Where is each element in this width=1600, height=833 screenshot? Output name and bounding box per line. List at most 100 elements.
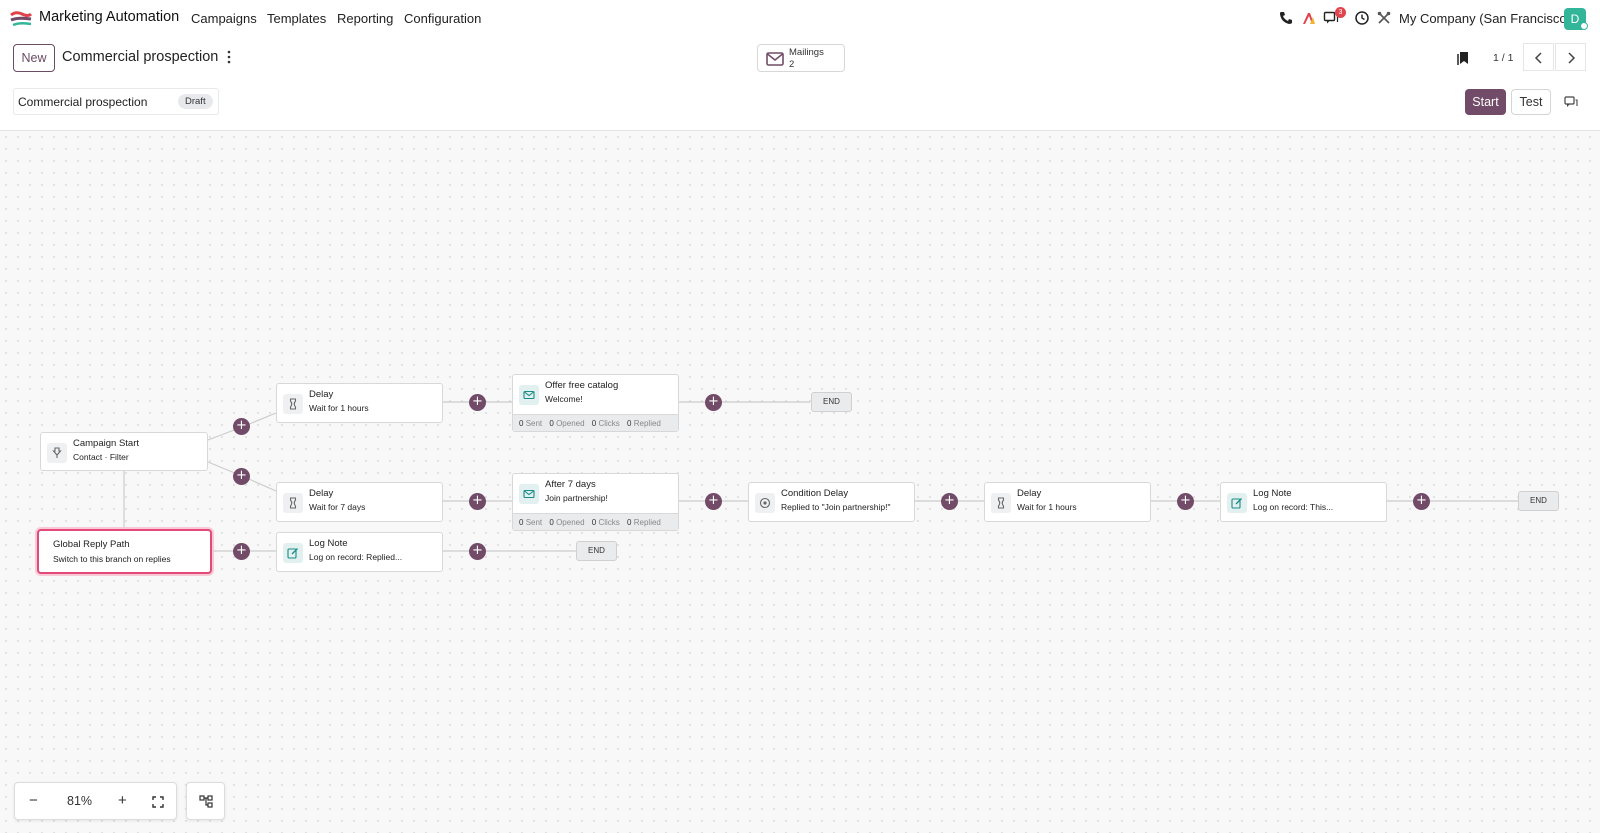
email-icon: [519, 484, 539, 504]
hourglass-icon: [283, 493, 303, 513]
add-step-button[interactable]: +: [941, 493, 958, 510]
company-switcher[interactable]: My Company (San Francisco): [1399, 11, 1571, 26]
app-name[interactable]: Marketing Automation: [39, 9, 179, 25]
node-title: After 7 days: [545, 479, 596, 490]
start-button[interactable]: Start: [1465, 89, 1506, 115]
mailings-count: 2: [789, 59, 795, 70]
zoom-controls: − 81% +: [14, 782, 177, 820]
node-delay-1-hour[interactable]: Delay Wait for 1 hours: [276, 383, 443, 423]
app-logo-icon[interactable]: [10, 10, 32, 27]
add-step-button[interactable]: +: [233, 418, 250, 435]
node-delay-1-hour-2[interactable]: Delay Wait for 1 hours: [984, 482, 1151, 522]
node-title: Log Note: [309, 538, 348, 549]
hourglass-icon: [991, 493, 1011, 513]
add-step-button[interactable]: +: [1177, 493, 1194, 510]
stat-sent-label: Sent: [525, 518, 543, 527]
node-subtitle: Replied to "Join partnership!": [781, 502, 891, 512]
layout-tree-icon: [199, 795, 213, 808]
envelope-icon: [766, 52, 784, 66]
mailings-label: Mailings: [789, 47, 824, 58]
new-button[interactable]: New: [13, 44, 55, 72]
node-subtitle: Wait for 1 hours: [309, 403, 369, 413]
auto-layout-button[interactable]: [186, 782, 225, 820]
menu-campaigns[interactable]: Campaigns: [191, 11, 257, 26]
presence-dot: [1580, 22, 1588, 30]
add-step-button[interactable]: +: [705, 394, 722, 411]
end-node: END: [811, 392, 852, 412]
hourglass-icon: [283, 394, 303, 414]
stat-sent-count: 0: [519, 518, 524, 527]
campaign-name-value[interactable]: Commercial prospection: [18, 95, 147, 109]
add-step-button[interactable]: +: [233, 543, 250, 560]
node-condition-delay[interactable]: Condition Delay Replied to "Join partner…: [748, 482, 915, 522]
status-badge: Draft: [178, 94, 213, 109]
node-subtitle: Log on record: This...: [1253, 502, 1334, 512]
menu-configuration[interactable]: Configuration: [404, 11, 481, 26]
node-title: Log Note: [1253, 488, 1292, 499]
add-step-button[interactable]: +: [705, 493, 722, 510]
node-global-reply-path[interactable]: Global Reply Path Switch to this branch …: [37, 529, 212, 574]
menu-reporting[interactable]: Reporting: [337, 11, 393, 26]
workflow-canvas[interactable]: Campaign Start Contact · Filter Global R…: [0, 131, 1600, 833]
stat-clicks-count: 0: [591, 518, 597, 527]
node-subtitle: Wait for 7 days: [309, 502, 366, 512]
node-offer-free-catalog[interactable]: Offer free catalog Welcome! 0 Sent 0 Ope…: [512, 374, 679, 432]
stat-clicks-label: Clicks: [598, 419, 620, 428]
stat-opened-label: Opened: [556, 518, 585, 527]
edit-note-icon: [1227, 493, 1247, 513]
activity-icon[interactable]: [1301, 10, 1317, 26]
bookmark-icon[interactable]: [1457, 51, 1469, 65]
zoom-in-button[interactable]: +: [118, 792, 127, 809]
add-step-button[interactable]: +: [469, 543, 486, 560]
test-button[interactable]: Test: [1511, 89, 1551, 115]
stat-opened-label: Opened: [556, 419, 585, 428]
stat-replied-count: 0: [627, 518, 632, 527]
node-title: Condition Delay: [781, 488, 849, 499]
add-step-button[interactable]: +: [1413, 493, 1430, 510]
pager-previous-button[interactable]: [1523, 43, 1554, 71]
node-subtitle: Switch to this branch on replies: [53, 554, 171, 564]
stat-replied-label: Replied: [633, 419, 661, 428]
menu-templates[interactable]: Templates: [267, 11, 326, 26]
stat-sent-label: Sent: [525, 419, 543, 428]
stat-replied-label: Replied: [633, 518, 661, 527]
stat-clicks-count: 0: [591, 419, 597, 428]
pager-value[interactable]: 1 / 1: [1493, 52, 1513, 64]
node-subtitle: Join partnership!: [545, 493, 608, 503]
fit-view-icon[interactable]: [152, 796, 164, 808]
campaign-name-field[interactable]: Commercial prospection Draft: [13, 88, 219, 115]
node-after-7-days[interactable]: After 7 days Join partnership! 0 Sent 0 …: [512, 473, 679, 531]
zoom-out-button[interactable]: −: [29, 792, 38, 809]
node-subtitle: Wait for 1 hours: [1017, 502, 1077, 512]
node-title: Delay: [1017, 488, 1042, 499]
add-step-button[interactable]: +: [233, 468, 250, 485]
node-delay-7-days[interactable]: Delay Wait for 7 days: [276, 482, 443, 522]
node-title: Campaign Start: [73, 438, 140, 449]
add-step-button[interactable]: +: [469, 493, 486, 510]
actions-menu-icon[interactable]: [226, 50, 232, 64]
add-step-button[interactable]: +: [469, 394, 486, 411]
stat-opened-count: 0: [549, 419, 554, 428]
control-panel: New Commercial prospection Mailings 2 1 …: [0, 37, 1600, 131]
mailing-stats: 0 Sent 0 Opened 0 Clicks 0 Replied: [513, 414, 678, 431]
node-log-note-2[interactable]: Log Note Log on record: Replied...: [276, 532, 443, 572]
phone-icon[interactable]: [1278, 10, 1294, 26]
email-icon: [519, 385, 539, 405]
chevron-right-icon: [1568, 52, 1576, 64]
edit-note-icon: [283, 543, 303, 563]
node-title: Delay: [309, 389, 334, 400]
pager-next-button[interactable]: [1555, 43, 1586, 71]
breadcrumb-record-title: Commercial prospection: [62, 49, 219, 65]
mailings-smart-button[interactable]: Mailings 2: [757, 44, 845, 72]
stat-replied-count: 0: [627, 419, 632, 428]
node-campaign-start[interactable]: Campaign Start Contact · Filter: [40, 432, 208, 471]
clock-icon[interactable]: [1354, 10, 1370, 26]
chevron-left-icon: [1534, 52, 1542, 64]
node-log-note-1[interactable]: Log Note Log on record: This...: [1220, 482, 1387, 522]
tools-icon[interactable]: [1376, 10, 1392, 26]
zoom-level: 81%: [67, 794, 93, 808]
stat-clicks-label: Clicks: [598, 518, 620, 527]
top-navbar: Marketing Automation Campaigns Templates…: [0, 0, 1600, 37]
chatter-toggle-icon[interactable]: [1564, 96, 1578, 109]
node-subtitle: Contact · Filter: [73, 452, 129, 462]
